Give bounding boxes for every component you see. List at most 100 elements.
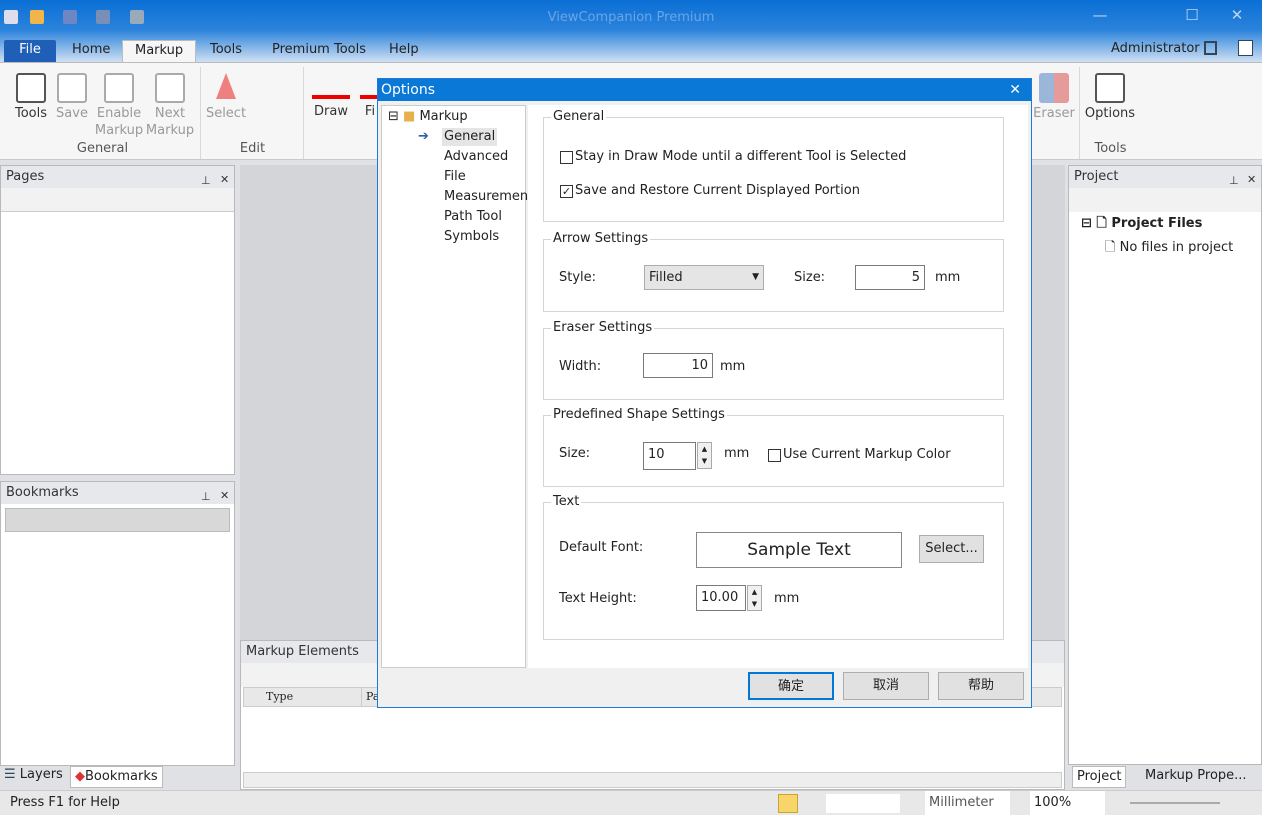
stay-draw-checkbox[interactable] — [560, 151, 573, 164]
save-restore-label: Save and Restore Current Displayed Porti… — [575, 183, 860, 198]
help-button[interactable]: 帮助 — [938, 672, 1024, 700]
unit-dropdown[interactable]: Millimeter — [925, 791, 1010, 815]
options-content: General Stay in Draw Mode until a differ… — [528, 105, 1028, 668]
group-arrow-title: Arrow Settings — [551, 231, 651, 246]
group-tools-label: Tools — [1094, 141, 1127, 156]
close-icon[interactable]: ✕ — [220, 485, 229, 507]
shape-size-spinner[interactable]: ▲ ▼ — [697, 442, 712, 469]
tree-item-path-tool[interactable]: Path Tool — [444, 208, 502, 226]
tree-item-general[interactable]: General — [442, 128, 498, 146]
horizontal-scrollbar[interactable] — [243, 772, 1062, 788]
cancel-button[interactable]: 取消 — [843, 672, 929, 700]
group-text-title: Text — [551, 494, 582, 509]
close-button[interactable]: ✕ — [1222, 6, 1252, 24]
markup-elements-title: Markup Elements — [246, 644, 359, 659]
tab-project[interactable]: Project — [1072, 766, 1127, 788]
group-general-label: General — [76, 141, 129, 156]
tree-item-symbols[interactable]: Symbols — [444, 228, 499, 246]
bookmarks-title: Bookmarks — [6, 485, 79, 500]
bookmarks-panel-header: Bookmarks ⊥ ✕ — [1, 482, 234, 504]
group-eraser: Eraser Settings Width: 10 mm — [543, 320, 1004, 400]
divider — [200, 67, 201, 159]
tree-node-markup[interactable]: ⊟ ■ Markup — [388, 108, 468, 126]
default-font-label: Default Font: — [559, 540, 644, 555]
maximize-button[interactable]: ☐ — [1177, 6, 1207, 24]
tab-home[interactable]: Home — [60, 40, 122, 62]
tree-item-measurement[interactable]: Measurement — [444, 188, 533, 206]
help-text: Press F1 for Help — [10, 795, 120, 810]
next-markup-button[interactable]: Next Markup — [145, 73, 195, 139]
enable-markup-button[interactable]: Enable Markup — [94, 73, 144, 139]
fit-icon[interactable] — [1238, 40, 1253, 56]
pages-panel-header: Pages ⊥ ✕ — [1, 166, 234, 188]
tab-layers[interactable]: ☰ Layers — [4, 767, 63, 782]
scale-dropdown[interactable] — [826, 794, 900, 813]
text-height-spinner[interactable]: ▲ ▼ — [747, 585, 762, 611]
text-height-input[interactable]: 10.00 — [696, 585, 746, 611]
tools-button[interactable]: Tools — [8, 73, 54, 122]
zoom-slider[interactable] — [1130, 802, 1220, 804]
save-button[interactable]: Save — [52, 73, 92, 122]
group-general: General Stay in Draw Mode until a differ… — [543, 109, 1004, 222]
tab-help[interactable]: Help — [377, 40, 431, 62]
pin-icon[interactable]: ⊥ — [201, 486, 211, 508]
snap-icon[interactable] — [778, 794, 798, 813]
app-title: ViewCompanion Premium — [547, 10, 715, 25]
text-height-label: Text Height: — [559, 591, 637, 606]
close-icon[interactable]: ✕ — [1247, 169, 1256, 191]
pages-panel: Pages ⊥ ✕ — [0, 165, 235, 475]
save-restore-checkbox[interactable]: ✓ — [560, 185, 573, 198]
eraser-icon — [1039, 73, 1069, 103]
pin-icon[interactable]: ⊥ — [201, 170, 211, 192]
options-tree: ⊟ ■ Markup ➔ General Advanced File Measu… — [381, 105, 533, 668]
tab-premium-tools[interactable]: Premium Tools — [260, 40, 378, 62]
pin-icon[interactable]: ⊥ — [1229, 170, 1239, 192]
enable-markup-icon — [104, 73, 134, 103]
tree-item-file[interactable]: File — [444, 168, 466, 186]
group-shape-title: Predefined Shape Settings — [551, 407, 727, 422]
minimize-button[interactable]: — — [1085, 6, 1115, 24]
draw-button[interactable]: Draw — [312, 73, 350, 120]
options-button[interactable]: Options — [1084, 73, 1136, 122]
selected-arrow-icon: ➔ — [418, 129, 429, 144]
layout-icon[interactable] — [1204, 41, 1217, 55]
arrow-size-input[interactable]: 5 — [855, 265, 925, 290]
stay-draw-label: Stay in Draw Mode until a different Tool… — [575, 149, 907, 164]
no-files-node: 🗋 No files in project — [1105, 240, 1234, 255]
eraser-width-input[interactable]: 10 — [643, 353, 713, 378]
tab-bookmarks[interactable]: ◆Bookmarks — [70, 766, 163, 788]
dialog-close-button[interactable]: ✕ — [1009, 79, 1021, 101]
tab-markup-properties[interactable]: Markup Prope... — [1145, 768, 1247, 783]
project-panel-header: Project ⊥ ✕ — [1069, 166, 1261, 188]
tab-tools[interactable]: Tools — [198, 40, 254, 62]
group-general-title: General — [551, 109, 607, 124]
column-type[interactable]: Type — [244, 688, 362, 706]
group-arrow: Arrow Settings Style: Filled ▼ Size: 5 mm — [543, 231, 1004, 312]
style-label: Style: — [559, 270, 597, 285]
select-button[interactable]: Select — [204, 73, 248, 122]
ok-button[interactable]: 确定 — [748, 672, 834, 700]
select-font-button[interactable]: Select... — [919, 535, 984, 563]
dialog-title-bar: Options ✕ — [378, 79, 1031, 101]
group-eraser-title: Eraser Settings — [551, 320, 655, 335]
shape-size-input[interactable]: 10 — [643, 442, 696, 470]
close-icon[interactable]: ✕ — [220, 169, 229, 191]
tab-markup[interactable]: Markup — [122, 40, 197, 64]
pages-title: Pages — [6, 169, 45, 184]
chevron-down-icon: ▼ — [752, 272, 759, 282]
style-select[interactable]: Filled ▼ — [644, 265, 764, 290]
use-color-checkbox[interactable] — [768, 449, 781, 462]
eraser-button[interactable]: Eraser — [1032, 73, 1076, 122]
status-bar: Press F1 for Help Millimeter 100% — [0, 790, 1262, 815]
tree-item-advanced[interactable]: Advanced — [444, 148, 508, 166]
options-icon — [1095, 73, 1125, 103]
eraser-width-unit: mm — [720, 359, 746, 374]
zoom-dropdown[interactable]: 100% — [1030, 791, 1105, 815]
arrow-size-unit: mm — [935, 270, 961, 285]
title-bar: ViewCompanion Premium — ☐ ✕ Administrato… — [0, 0, 1262, 64]
use-color-label: Use Current Markup Color — [783, 447, 951, 462]
text-height-unit: mm — [774, 591, 800, 606]
pages-toolbar — [1, 188, 234, 212]
project-files-node[interactable]: ⊟ 🗋 Project Files — [1069, 212, 1261, 236]
tab-file[interactable]: File — [4, 40, 56, 62]
